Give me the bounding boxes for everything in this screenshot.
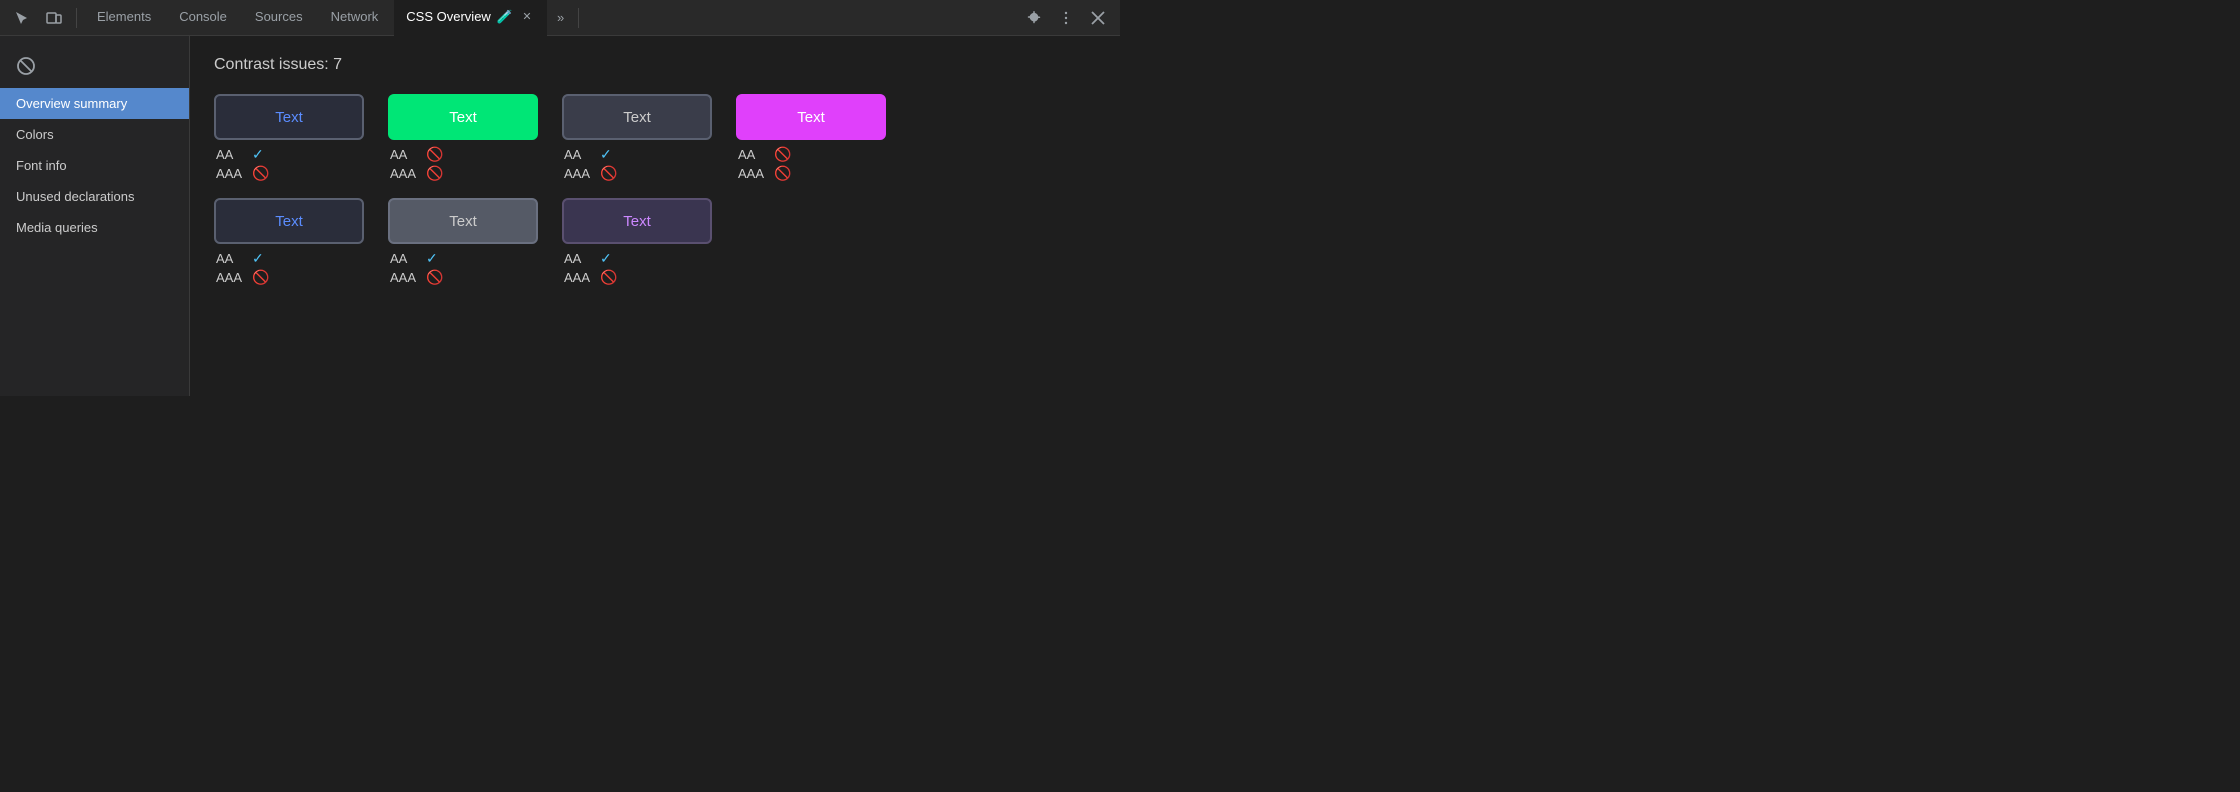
contrast-box-6[interactable]: Text <box>388 198 538 244</box>
tab-bar: Elements Console Sources Network CSS Ove… <box>0 0 1120 36</box>
content-area: Contrast issues: 7 Text AA ✓ AAA <box>190 36 1120 396</box>
contrast-checks-5: AA ✓ AAA 🚫 <box>214 250 364 286</box>
check-aa-fail-4: 🚫 <box>774 146 791 163</box>
check-aaa-fail-3: 🚫 <box>600 165 617 182</box>
sidebar-item-font-info[interactable]: Font info <box>0 150 189 181</box>
check-aaa-fail-5: 🚫 <box>252 269 269 286</box>
check-aa-label-4: AA <box>738 147 766 162</box>
sidebar-item-unused-declarations[interactable]: Unused declarations <box>0 181 189 212</box>
tab-css-overview[interactable]: CSS Overview 🧪 ✕ <box>394 0 547 36</box>
contrast-box-2[interactable]: Text <box>388 94 538 140</box>
tab-network[interactable]: Network <box>319 0 391 36</box>
contrast-box-5[interactable]: Text <box>214 198 364 244</box>
check-aaa-fail-1: 🚫 <box>252 165 269 182</box>
tab-bar-right-icons <box>1020 4 1112 32</box>
check-aa-label-5: AA <box>216 251 244 266</box>
check-aaa-fail-4: 🚫 <box>774 165 791 182</box>
check-aaa-7: AAA 🚫 <box>564 269 712 286</box>
check-aa-label-2: AA <box>390 147 418 162</box>
contrast-row-1: Text AA ✓ AAA 🚫 <box>214 94 1096 182</box>
device-toggle-icon[interactable] <box>40 4 68 32</box>
tab-overflow[interactable]: » <box>551 10 570 25</box>
check-aa-label-1: AA <box>216 147 244 162</box>
contrast-item-4: Text AA 🚫 AAA 🚫 <box>736 94 886 182</box>
contrast-item-1: Text AA ✓ AAA 🚫 <box>214 94 364 182</box>
check-aa-6: AA ✓ <box>390 250 538 267</box>
check-aaa-fail-2: 🚫 <box>426 165 443 182</box>
check-aa-pass-3: ✓ <box>600 146 612 163</box>
tab-console[interactable]: Console <box>167 0 239 36</box>
tab-bar-separator-right <box>578 8 579 28</box>
contrast-item-2: Text AA 🚫 AAA 🚫 <box>388 94 538 182</box>
more-options-icon[interactable] <box>1052 4 1080 32</box>
check-aa-pass-7: ✓ <box>600 250 612 267</box>
settings-icon[interactable] <box>1020 4 1048 32</box>
check-aaa-1: AAA 🚫 <box>216 165 364 182</box>
tab-bar-separator <box>76 8 77 28</box>
contrast-checks-2: AA 🚫 AAA 🚫 <box>388 146 538 182</box>
contrast-box-4[interactable]: Text <box>736 94 886 140</box>
check-aa-2: AA 🚫 <box>390 146 538 163</box>
sidebar: Overview summary Colors Font info Unused… <box>0 36 190 396</box>
check-aaa-2: AAA 🚫 <box>390 165 538 182</box>
contrast-grid: Text AA ✓ AAA 🚫 <box>214 94 1096 286</box>
contrast-item-7: Text AA ✓ AAA 🚫 <box>562 198 712 286</box>
check-aaa-fail-6: 🚫 <box>426 269 443 286</box>
contrast-row-2: Text AA ✓ AAA 🚫 <box>214 198 1096 286</box>
contrast-checks-6: AA ✓ AAA 🚫 <box>388 250 538 286</box>
check-aa-4: AA 🚫 <box>738 146 886 163</box>
check-aa-fail-2: 🚫 <box>426 146 443 163</box>
check-aaa-label-5: AAA <box>216 270 244 285</box>
close-devtools-icon[interactable] <box>1084 4 1112 32</box>
check-aa-pass-6: ✓ <box>426 250 438 267</box>
main-layout: Overview summary Colors Font info Unused… <box>0 36 1120 396</box>
contrast-item-5: Text AA ✓ AAA 🚫 <box>214 198 364 286</box>
contrast-box-1[interactable]: Text <box>214 94 364 140</box>
check-aaa-label-3: AAA <box>564 166 592 181</box>
check-aa-3: AA ✓ <box>564 146 712 163</box>
check-aaa-label-2: AAA <box>390 166 418 181</box>
contrast-checks-7: AA ✓ AAA 🚫 <box>562 250 712 286</box>
check-aa-label-6: AA <box>390 251 418 266</box>
contrast-box-3[interactable]: Text <box>562 94 712 140</box>
check-aa-label-7: AA <box>564 251 592 266</box>
contrast-checks-1: AA ✓ AAA 🚫 <box>214 146 364 182</box>
check-aaa-3: AAA 🚫 <box>564 165 712 182</box>
contrast-checks-3: AA ✓ AAA 🚫 <box>562 146 712 182</box>
check-aaa-label-6: AAA <box>390 270 418 285</box>
check-aaa-6: AAA 🚫 <box>390 269 538 286</box>
check-aaa-label-7: AAA <box>564 270 592 285</box>
check-aaa-label-1: AAA <box>216 166 244 181</box>
tab-sources[interactable]: Sources <box>243 0 315 36</box>
no-icon[interactable] <box>8 48 44 84</box>
check-aa-7: AA ✓ <box>564 250 712 267</box>
contrast-issues-title: Contrast issues: 7 <box>214 56 1096 74</box>
contrast-box-7[interactable]: Text <box>562 198 712 244</box>
tab-elements[interactable]: Elements <box>85 0 163 36</box>
contrast-item-3: Text AA ✓ AAA 🚫 <box>562 94 712 182</box>
check-aa-5: AA ✓ <box>216 250 364 267</box>
contrast-checks-4: AA 🚫 AAA 🚫 <box>736 146 886 182</box>
check-aa-pass-5: ✓ <box>252 250 264 267</box>
check-aa-1: AA ✓ <box>216 146 364 163</box>
sidebar-item-media-queries[interactable]: Media queries <box>0 212 189 243</box>
cursor-icon[interactable] <box>8 4 36 32</box>
check-aaa-5: AAA 🚫 <box>216 269 364 286</box>
check-aaa-label-4: AAA <box>738 166 766 181</box>
sidebar-item-overview-summary[interactable]: Overview summary <box>0 88 189 119</box>
contrast-item-6: Text AA ✓ AAA 🚫 <box>388 198 538 286</box>
check-aa-pass-1: ✓ <box>252 146 264 163</box>
sidebar-item-colors[interactable]: Colors <box>0 119 189 150</box>
check-aa-label-3: AA <box>564 147 592 162</box>
tab-close-css-overview[interactable]: ✕ <box>519 9 535 25</box>
check-aaa-4: AAA 🚫 <box>738 165 886 182</box>
check-aaa-fail-7: 🚫 <box>600 269 617 286</box>
